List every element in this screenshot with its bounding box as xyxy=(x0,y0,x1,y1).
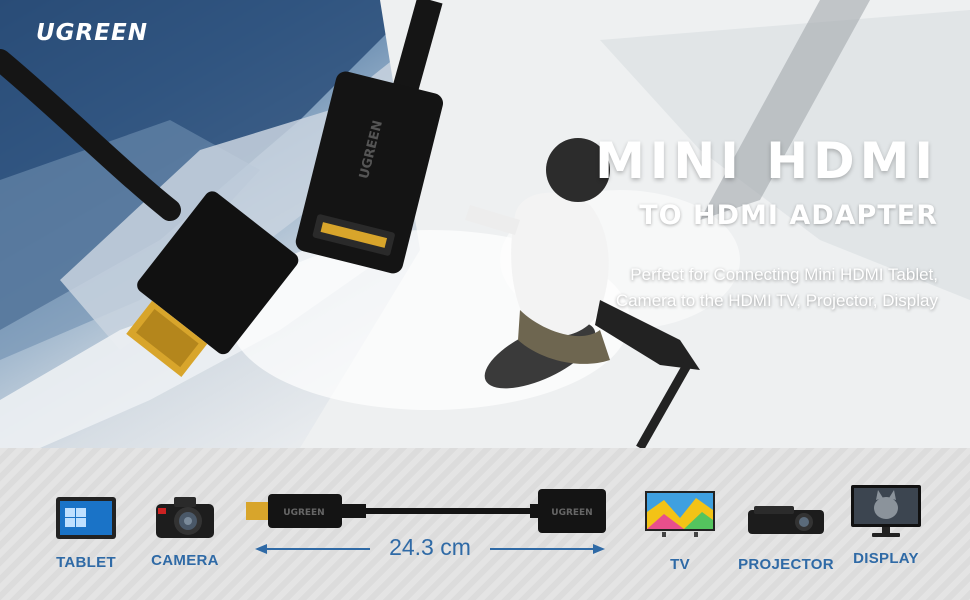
device-label-camera: CAMERA xyxy=(151,552,219,569)
product-banner: UGREEN UGREEN MINI HDMI TO HDMI ADAPTER … xyxy=(0,0,970,600)
product-tagline: Perfect for Connecting Mini HDMI Tablet,… xyxy=(538,262,938,314)
product-subtitle: TO HDMI ADAPTER xyxy=(639,200,938,231)
tv-icon xyxy=(645,491,715,537)
device-projector: PROJECTOR xyxy=(738,502,834,573)
projector-icon xyxy=(748,506,824,534)
tagline-line-1: Perfect for Connecting Mini HDMI Tablet, xyxy=(630,265,938,284)
device-label-display: DISPLAY xyxy=(853,550,919,567)
compatible-devices-strip: TABLET CAMERA UGREEN UGREEN 24.3 cm TV P… xyxy=(0,448,970,600)
device-tv: TV xyxy=(640,490,720,573)
device-display: DISPLAY xyxy=(848,484,924,567)
tablet-icon xyxy=(56,497,116,539)
camera-icon xyxy=(156,497,214,538)
device-label-tv: TV xyxy=(670,556,690,573)
cable-male-brand-text: UGREEN xyxy=(283,508,324,518)
brand-logo: UGREEN xyxy=(36,20,148,46)
cable-female-brand-text: UGREEN xyxy=(551,508,592,518)
device-label-projector: PROJECTOR xyxy=(738,556,834,573)
hero-photo: UGREEN UGREEN MINI HDMI TO HDMI ADAPTER … xyxy=(0,0,970,448)
cable-product-image: UGREEN UGREEN xyxy=(246,489,606,533)
product-title: MINI HDMI xyxy=(595,132,938,190)
display-icon xyxy=(851,485,921,537)
device-tablet: TABLET xyxy=(50,496,122,571)
tagline-line-2: Camera to the HDMI TV, Projector, Displa… xyxy=(615,291,938,310)
device-label-tablet: TABLET xyxy=(56,554,116,571)
cable-length-value: 24.3 cm xyxy=(389,534,471,560)
cable-length-indicator: 24.3 cm xyxy=(255,534,605,564)
device-camera: CAMERA xyxy=(145,494,225,569)
